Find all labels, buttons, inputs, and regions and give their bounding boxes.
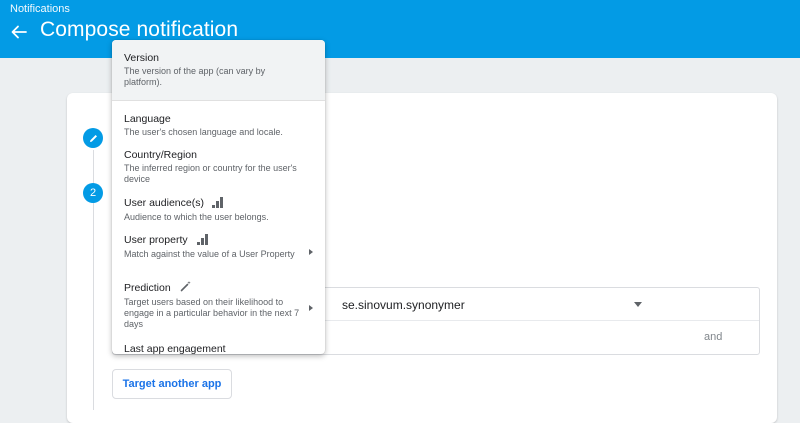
back-arrow-icon[interactable]: [10, 22, 28, 42]
menu-item-description: Target users based on their likelihood t…: [124, 297, 300, 329]
chevron-right-icon: [309, 305, 313, 311]
menu-item-title: User property: [124, 234, 188, 246]
menu-item-last-app-engagement[interactable]: Last app engagement: [112, 339, 325, 354]
menu-item-prediction[interactable]: Prediction Target users based on their l…: [112, 277, 325, 337]
app-select-value: se.sinovum.synonymer: [342, 298, 465, 312]
menu-item-country-region[interactable]: Country/Region The inferred region or co…: [112, 144, 325, 190]
menu-item-user-audiences[interactable]: User audience(s) Audience to which the u…: [112, 192, 325, 228]
chevron-right-icon: [309, 249, 313, 255]
menu-item-title: Version: [124, 52, 160, 64]
menu-item-description: The version of the app (can vary by plat…: [124, 66, 266, 87]
dropdown-arrow-icon: [634, 302, 642, 307]
menu-item-description: The inferred region or country for the u…: [124, 163, 297, 184]
bar-chart-icon: [197, 234, 209, 245]
step-2-indicator[interactable]: 2: [83, 183, 103, 203]
step-number: 2: [89, 187, 97, 199]
target-another-app-button[interactable]: Target another app: [112, 369, 232, 399]
and-label: and: [704, 331, 723, 343]
menu-item-title: Country/Region: [124, 149, 197, 161]
menu-item-title: Language: [124, 113, 171, 125]
condition-menu: Version The version of the app (can vary…: [112, 40, 325, 354]
menu-item-title: Prediction: [124, 282, 171, 294]
menu-item-title: Last app engagement: [124, 343, 226, 354]
menu-item-description: Match against the value of a User Proper…: [124, 249, 295, 259]
step-1-indicator[interactable]: [83, 128, 103, 148]
menu-item-description: Audience to which the user belongs.: [124, 212, 269, 222]
menu-divider: [112, 100, 325, 101]
menu-item-description: The user's chosen language and locale.: [124, 127, 283, 137]
menu-item-language[interactable]: Language The user's chosen language and …: [112, 108, 325, 142]
bar-chart-icon: [212, 197, 224, 208]
breadcrumb[interactable]: Notifications: [10, 3, 70, 15]
menu-item-title: User audience(s): [124, 197, 204, 209]
magic-wand-icon: [180, 281, 191, 292]
app-select[interactable]: se.sinovum.synonymer: [330, 296, 642, 314]
menu-item-version[interactable]: Version The version of the app (can vary…: [112, 40, 325, 100]
pencil-icon: [89, 134, 97, 142]
menu-item-user-property[interactable]: User property Match against the value of…: [112, 229, 325, 275]
page-title: Compose notification: [40, 18, 239, 41]
